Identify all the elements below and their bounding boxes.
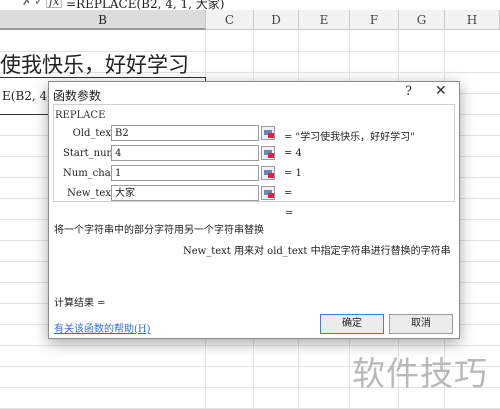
dialog-title: 函数参数 [53,89,102,103]
argument-description: New_text 用来对 old_text 中指定字符串进行替换的字符串 [183,246,451,257]
arg-label: New_text [67,188,115,199]
old-text-input[interactable]: B2 [111,125,259,141]
column-header-g[interactable]: G [399,10,445,30]
column-header-b[interactable]: B [0,10,206,30]
num-chars-input[interactable]: 1 [111,165,259,181]
calc-result: 计算结果 = [54,298,106,309]
start-num-input[interactable]: 4 [111,145,259,161]
arg-result: = 1 [284,168,302,179]
collapse-dialog-icon[interactable] [261,146,275,160]
function-description: 将一个字符串中的部分字符用另一个字符串替换 [54,225,264,236]
ok-button[interactable]: 确定 [320,314,384,334]
arg-result: = 4 [284,148,302,159]
close-icon[interactable]: ✕ [435,83,447,99]
function-name: REPLACE [55,110,106,121]
confirm-entry-icon[interactable]: ✓ [34,0,44,8]
arg-label: Num_chars [63,168,121,179]
watermark: 软件技巧 [352,354,488,393]
new-text-input[interactable]: 大家 [111,185,259,201]
column-header-e[interactable]: E [299,10,350,30]
collapse-dialog-icon[interactable] [261,126,275,140]
collapse-dialog-icon[interactable] [261,166,275,180]
arg-label: Start_num [63,148,116,159]
column-header-h[interactable]: H [445,10,500,30]
formula-result-eq: = [285,208,294,219]
column-header-d[interactable]: D [254,10,299,30]
column-header-c[interactable]: C [206,10,254,30]
arg-result: = [284,188,293,199]
function-arguments-dialog: 函数参数 ? ✕ REPLACE Old_text B2 = "学习使我快乐，好… [48,81,460,339]
function-help-link[interactable]: 有关该函数的帮助(H) [54,320,151,335]
collapse-dialog-icon[interactable] [261,186,275,200]
arg-result: = "学习使我快乐，好好学习" [284,132,415,143]
arg-label: Old_text [72,128,115,139]
help-icon[interactable]: ? [405,84,412,99]
cancel-entry-icon[interactable]: ✗ [22,0,32,8]
insert-function-button[interactable]: fx [46,0,63,8]
cancel-button[interactable]: 取消 [389,314,453,334]
column-header-f[interactable]: F [350,10,399,30]
cell-b2-text[interactable]: 使我快乐，好好学习 [0,49,189,79]
